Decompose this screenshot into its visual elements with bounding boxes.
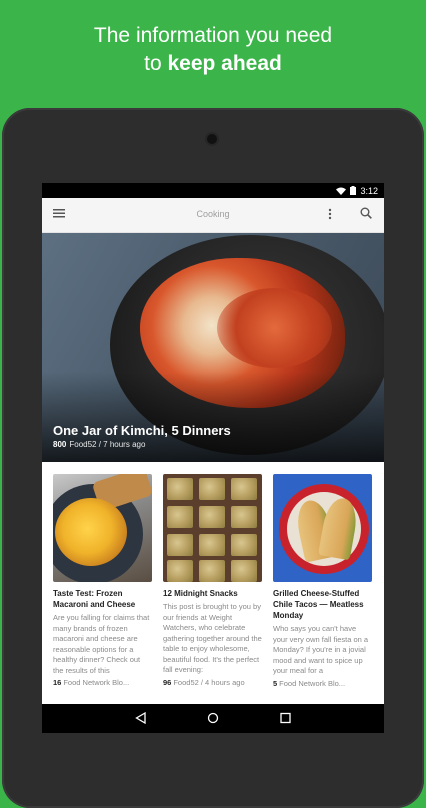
article-title[interactable]: Taste Test: Frozen Macaroni and Cheese <box>53 588 152 610</box>
article-source: Food Network Blo... <box>279 678 346 688</box>
article-grid: Taste Test: Frozen Macaroni and Cheese A… <box>42 462 384 704</box>
article-meta: 16 Food Network Blo... <box>53 678 152 687</box>
app-title: Cooking <box>196 209 230 219</box>
article-thumbnail <box>163 474 262 582</box>
status-time: 3:12 <box>360 185 378 196</box>
featured-source: Food52 / 7 hours ago <box>69 440 146 449</box>
article-thumbnail <box>273 474 372 582</box>
article-count: 5 <box>273 678 278 688</box>
app-bar: Cooking <box>42 198 384 233</box>
status-bar: 3:12 <box>42 183 384 198</box>
featured-title[interactable]: One Jar of Kimchi, 5 Dinners <box>53 423 231 438</box>
promo-headline: The information you need to keep ahead <box>0 22 426 78</box>
recents-icon[interactable] <box>280 712 291 724</box>
back-icon[interactable] <box>135 712 146 724</box>
device-screen: 3:12 Cooking One Jar of Kimchi, 5 Dinner… <box>42 183 384 733</box>
article-meta: 96 Food52 / 4 hours ago <box>163 678 262 687</box>
camera-icon <box>207 134 217 144</box>
article-source: Food52 / 4 hours ago <box>173 677 245 687</box>
article-title[interactable]: 12 Midnight Snacks <box>163 588 262 599</box>
article-meta: 5 Food Network Blo... <box>273 679 372 688</box>
article-card[interactable]: Taste Test: Frozen Macaroni and Cheese A… <box>53 474 152 687</box>
search-icon[interactable] <box>360 207 372 219</box>
article-description: Are you falling for claims that many bra… <box>53 613 150 675</box>
navigation-bar <box>42 704 384 733</box>
promo-line-2-prefix: to <box>144 52 162 75</box>
article-card[interactable]: Grilled Cheese-Stuffed Chile Tacos — Mea… <box>273 474 372 688</box>
article-card[interactable]: 12 Midnight Snacks This post is brought … <box>163 474 262 687</box>
battery-icon <box>350 186 357 195</box>
more-vert-icon[interactable] <box>328 208 332 220</box>
promo-line-1: The information you need <box>93 24 333 47</box>
promo-line-2-bold: keep ahead <box>167 52 282 75</box>
promo-line-2: to keep ahead <box>0 50 426 78</box>
featured-article[interactable]: One Jar of Kimchi, 5 Dinners 800 Food52 /… <box>42 233 384 462</box>
article-count: 96 <box>163 677 172 687</box>
article-title[interactable]: Grilled Cheese-Stuffed Chile Tacos — Mea… <box>273 588 372 621</box>
wifi-icon <box>336 187 347 195</box>
featured-count: 800 <box>53 440 67 449</box>
article-source: Food Network Blo... <box>63 678 130 687</box>
article-count: 16 <box>53 678 62 687</box>
article-thumbnail <box>53 474 152 582</box>
featured-meta: 800 Food52 / 7 hours ago <box>53 440 145 449</box>
article-description: This post is brought to you by our frien… <box>163 602 262 674</box>
article-description: Who says you can't have your very own fa… <box>273 624 369 675</box>
home-icon[interactable] <box>207 712 219 724</box>
hero-image-kimchi-detail <box>217 288 332 368</box>
